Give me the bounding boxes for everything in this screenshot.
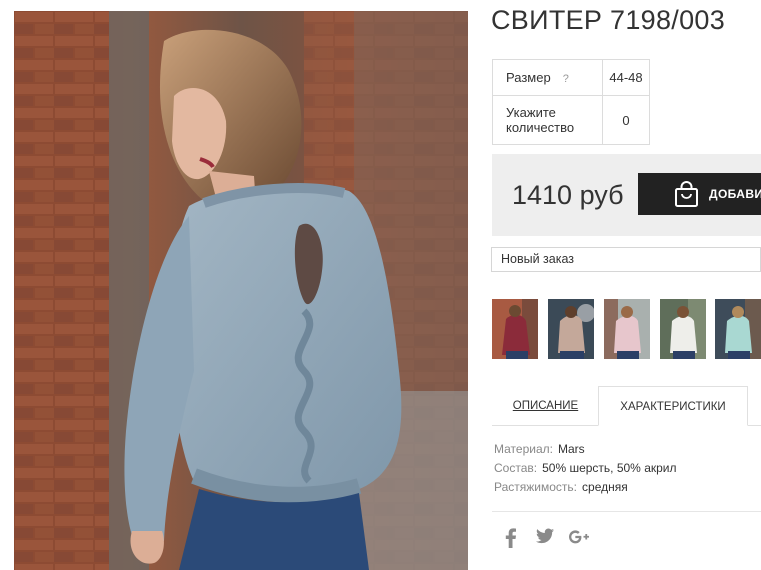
price-box: 1410 руб ДОБАВИТЬ: [492, 154, 761, 236]
product-tabs: ОПИСАНИЕ ХАРАКТЕРИСТИКИ: [492, 386, 761, 426]
spec-value: Mars: [557, 442, 585, 456]
google-plus-icon[interactable]: [569, 528, 589, 550]
thumbnail-2[interactable]: [548, 299, 594, 359]
quantity-cell: [602, 95, 650, 145]
add-to-cart-label: ДОБАВИТЬ: [709, 187, 761, 201]
product-title: СВИТЕР 7198/003: [491, 5, 726, 35]
spec-key: Состав:: [494, 461, 538, 475]
product-options-table: Размер? 44-48 Укажите количество: [492, 59, 650, 145]
thumbnail-1[interactable]: [492, 299, 538, 359]
specs-list: Материал: Mars Состав: 50% шерсть, 50% акр…: [494, 440, 677, 497]
spec-key: Материал:: [494, 442, 553, 456]
thumb-burgundy-sweater: [492, 299, 538, 359]
product-photo-image: [14, 11, 468, 570]
add-to-cart-button[interactable]: ДОБАВИТЬ: [638, 173, 761, 215]
spec-key: Растяжимость:: [494, 480, 578, 494]
product-photo[interactable]: [14, 11, 468, 570]
size-help-icon[interactable]: ?: [563, 73, 569, 85]
spec-value: 50% шерсть, 50% акрил: [542, 461, 677, 475]
size-value[interactable]: 44-48: [602, 59, 650, 96]
order-select[interactable]: Новый заказ: [491, 247, 761, 272]
thumbnail-4[interactable]: [660, 299, 706, 359]
spec-composition: Состав: 50% шерсть, 50% акрил: [494, 459, 677, 478]
thumb-mint-sweater: [715, 299, 761, 359]
thumbnail-5[interactable]: [715, 299, 761, 359]
tab-description[interactable]: ОПИСАНИЕ: [492, 386, 599, 426]
social-divider: [492, 511, 761, 512]
shopping-bag-icon: [675, 181, 698, 207]
thumbnail-3[interactable]: [604, 299, 650, 359]
thumb-pink-sweater: [604, 299, 650, 359]
size-cell: Размер?: [492, 59, 603, 96]
product-price: 1410 руб: [512, 180, 624, 210]
thumb-white-sweater: [660, 299, 706, 359]
spec-material: Материал: Mars: [494, 440, 677, 459]
twitter-icon[interactable]: [536, 528, 554, 550]
size-label: Размер: [506, 70, 551, 85]
spec-value: средняя: [582, 480, 628, 494]
tab-characteristics[interactable]: ХАРАКТЕРИСТИКИ: [598, 386, 748, 426]
spec-stretch: Растяжимость: средняя: [494, 478, 677, 497]
quantity-input[interactable]: [609, 111, 643, 129]
quantity-label: Укажите количество: [492, 95, 603, 145]
facebook-icon[interactable]: [505, 528, 517, 550]
thumb-beige-sweater: [548, 299, 594, 359]
